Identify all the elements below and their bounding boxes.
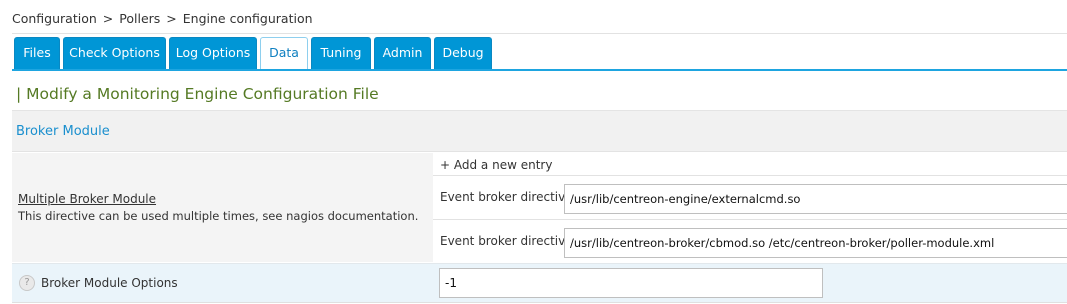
tab-data[interactable]: Data: [260, 37, 308, 70]
tab-debug[interactable]: Debug: [434, 37, 492, 69]
broker-entry: Event broker directive: [433, 219, 1067, 264]
broker-entry-label: Event broker directive: [440, 234, 573, 248]
breadcrumb-pollers[interactable]: Pollers: [119, 11, 160, 26]
bottom-divider: [12, 302, 1067, 303]
breadcrumb-engine-configuration[interactable]: Engine configuration: [183, 11, 313, 26]
tab-log-options[interactable]: Log Options: [169, 37, 257, 69]
broker-options-input[interactable]: [439, 268, 823, 298]
section-header: Broker Module: [12, 111, 1067, 152]
broker-options-row: ? Broker Module Options: [12, 263, 1067, 302]
page-title: | Modify a Monitoring Engine Configurati…: [16, 85, 379, 103]
breadcrumb-divider: [12, 33, 1067, 34]
broker-directive-input[interactable]: [564, 184, 1067, 214]
broker-options-label: Broker Module Options: [41, 276, 178, 290]
tab-tuning[interactable]: Tuning: [311, 37, 371, 69]
tab-files[interactable]: Files: [14, 37, 60, 69]
section-title: Broker Module: [16, 124, 110, 139]
breadcrumb-configuration[interactable]: Configuration: [12, 11, 97, 26]
multiple-broker-label[interactable]: Multiple Broker Module: [18, 192, 156, 206]
multiple-broker-description: This directive can be used multiple time…: [18, 209, 419, 223]
tab-check-options[interactable]: Check Options: [63, 37, 166, 69]
broker-entry: Event broker directive: [433, 175, 1067, 220]
breadcrumb-separator: >: [102, 11, 114, 26]
question-circle-icon[interactable]: ?: [19, 275, 35, 291]
tab-admin[interactable]: Admin: [374, 37, 431, 69]
add-entry-link[interactable]: + Add a new entry: [440, 158, 552, 172]
tab-underline: [12, 69, 1067, 71]
broker-directive-input[interactable]: [564, 228, 1067, 258]
broker-entry-label: Event broker directive: [440, 190, 573, 204]
breadcrumb-separator: >: [166, 11, 177, 26]
breadcrumb: Configuration > Pollers > Engine configurati…: [12, 11, 313, 26]
multiple-broker-row: Multiple Broker Module This directive ca…: [12, 153, 1067, 262]
